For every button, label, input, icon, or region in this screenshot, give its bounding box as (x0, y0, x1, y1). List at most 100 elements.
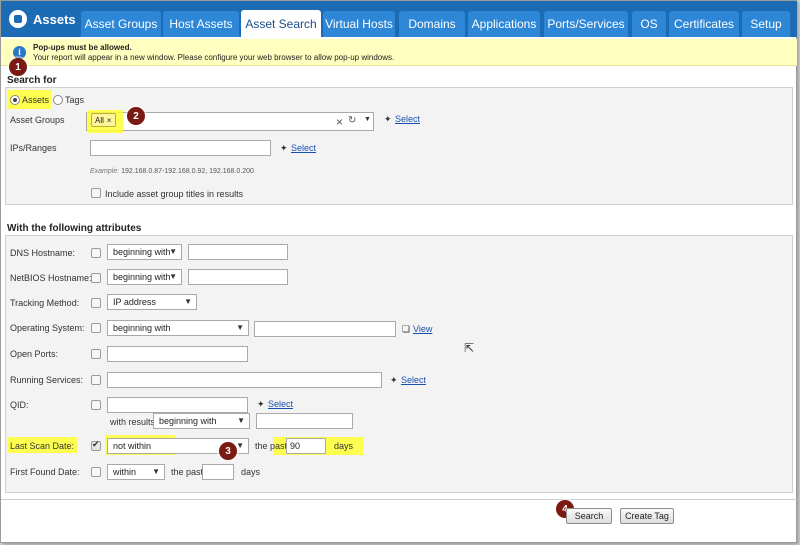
netbios-checkbox[interactable] (91, 273, 101, 283)
os-checkbox[interactable] (91, 323, 101, 333)
create-tag-button[interactable]: Create Tag (620, 508, 674, 524)
tags-radio[interactable] (53, 95, 63, 105)
dropdown-chevron-icon[interactable]: ▼ (364, 116, 371, 123)
clear-icon[interactable]: × (336, 115, 343, 129)
search-button[interactable]: Search (566, 508, 612, 524)
assets-radio-label: Assets (22, 95, 50, 105)
services-label: Running Services: (10, 375, 84, 385)
tab-ports-services[interactable]: Ports/Services (544, 11, 628, 37)
view-list-icon[interactable]: ❏ (402, 324, 410, 335)
qid-mode-select[interactable]: beginning with ▼ (153, 413, 250, 429)
logo-text: Assets (33, 11, 76, 27)
asset-groups-label: Asset Groups (10, 115, 65, 125)
tab-setup[interactable]: Setup (742, 11, 790, 37)
qid-select-link[interactable]: Select (268, 399, 293, 409)
qualys-logo-icon (9, 10, 27, 28)
last-scan-label: Last Scan Date: (10, 441, 75, 451)
ports-checkbox[interactable] (91, 349, 101, 359)
ips-select-picker-icon[interactable]: ✦ (280, 143, 288, 154)
asset-groups-select-link[interactable]: Select (395, 114, 420, 124)
ips-input[interactable] (90, 140, 271, 156)
chevron-down-icon: ▼ (236, 323, 244, 332)
dns-checkbox[interactable] (91, 248, 101, 258)
select-picker-icon[interactable]: ✦ (384, 114, 392, 125)
first-found-checkbox[interactable] (91, 467, 101, 477)
ips-label: IPs/Ranges (10, 143, 57, 153)
tracking-checkbox[interactable] (91, 298, 101, 308)
os-view-link[interactable]: View (413, 324, 432, 334)
qid-label: QID: (10, 400, 29, 410)
dns-mode-select[interactable]: beginning with ▼ (107, 244, 182, 260)
ports-input[interactable] (107, 346, 248, 362)
step-badge-1: 1 (9, 58, 27, 76)
assets-logo[interactable]: Assets (9, 10, 76, 28)
assets-radio[interactable] (10, 95, 20, 105)
last-scan-days-input[interactable]: 90 (286, 438, 326, 454)
first-found-the-past: the past (171, 467, 204, 477)
tab-virtual-hosts[interactable]: Virtual Hosts (323, 11, 395, 37)
first-found-label: First Found Date: (10, 467, 80, 477)
netbios-mode-select[interactable]: beginning with ▼ (107, 269, 182, 285)
qid-input[interactable] (107, 397, 248, 413)
tab-domains[interactable]: Domains (399, 11, 465, 37)
os-mode-value: beginning with (113, 323, 171, 333)
qid-results-input[interactable] (256, 413, 353, 429)
first-found-mode-select[interactable]: within ▼ (107, 464, 165, 480)
last-scan-days-unit: days (334, 441, 354, 451)
top-nav: Assets Asset Groups Host Assets Asset Se… (1, 1, 797, 37)
netbios-mode-value: beginning with (113, 272, 171, 282)
app-window: Assets Asset Groups Host Assets Asset Se… (0, 0, 797, 543)
os-input[interactable] (254, 321, 396, 337)
example-prefix: Example: (90, 168, 120, 175)
chevron-down-icon: ▼ (152, 467, 160, 476)
tracking-label: Tracking Method: (10, 298, 80, 308)
chip-remove-icon[interactable]: × (107, 116, 112, 125)
chevron-down-icon: ▼ (237, 416, 245, 425)
netbios-label: NetBIOS Hostname: (10, 273, 92, 283)
first-found-mode-value: within (113, 467, 137, 477)
info-icon: i (13, 46, 26, 59)
qid-with-results-label: with results (110, 417, 156, 427)
chevron-down-icon: ▼ (169, 272, 177, 281)
chevron-down-icon: ▼ (236, 441, 244, 450)
example-value: 192.168.0.87-192.168.0.92, 192.168.0.200 (121, 168, 254, 175)
tab-asset-groups[interactable]: Asset Groups (81, 11, 161, 37)
chevron-down-icon: ▼ (184, 297, 192, 306)
chip-label: All (95, 115, 104, 125)
os-mode-select[interactable]: beginning with ▼ (107, 320, 249, 336)
ips-select-link[interactable]: Select (291, 143, 316, 153)
last-scan-mode-value: not within (113, 441, 152, 451)
qid-select-picker-icon[interactable]: ✦ (257, 399, 265, 410)
tab-applications[interactable]: Applications (468, 11, 540, 37)
services-select-link[interactable]: Select (401, 375, 426, 385)
services-select-picker-icon[interactable]: ✦ (390, 375, 398, 386)
tab-asset-search[interactable]: Asset Search (241, 10, 321, 37)
tracking-value: IP address (113, 297, 156, 307)
step-badge-2: 2 (127, 107, 145, 125)
tab-os[interactable]: OS (632, 11, 666, 37)
mouse-cursor-icon: ⇱ (464, 341, 475, 355)
services-checkbox[interactable] (91, 375, 101, 385)
tags-radio-label: Tags (65, 95, 85, 105)
services-input[interactable] (107, 372, 382, 388)
first-found-days-input[interactable] (202, 464, 234, 480)
banner-title: Pop-ups must be allowed. (33, 43, 132, 52)
include-titles-label: Include asset group titles in results (105, 189, 244, 199)
qid-checkbox[interactable] (91, 400, 101, 410)
popup-banner: i Pop-ups must be allowed. Your report w… (1, 39, 797, 66)
tab-certificates[interactable]: Certificates (669, 11, 739, 37)
footer-divider (1, 499, 797, 500)
netbios-input[interactable] (188, 269, 288, 285)
qid-mode-value: beginning with (159, 416, 217, 426)
include-titles-checkbox[interactable] (91, 188, 101, 198)
refresh-icon[interactable]: ↻ (348, 115, 356, 126)
last-scan-checkbox[interactable] (91, 439, 101, 451)
ports-label: Open Ports: (10, 349, 59, 359)
tab-host-assets[interactable]: Host Assets (163, 11, 239, 37)
step-badge-3: 3 (219, 442, 237, 460)
tracking-select[interactable]: IP address ▼ (107, 294, 197, 310)
dns-input[interactable] (188, 244, 288, 260)
last-scan-the-past: the past (255, 441, 288, 451)
asset-group-chip-all[interactable]: All × (91, 113, 116, 127)
os-label: Operating System: (10, 323, 85, 333)
